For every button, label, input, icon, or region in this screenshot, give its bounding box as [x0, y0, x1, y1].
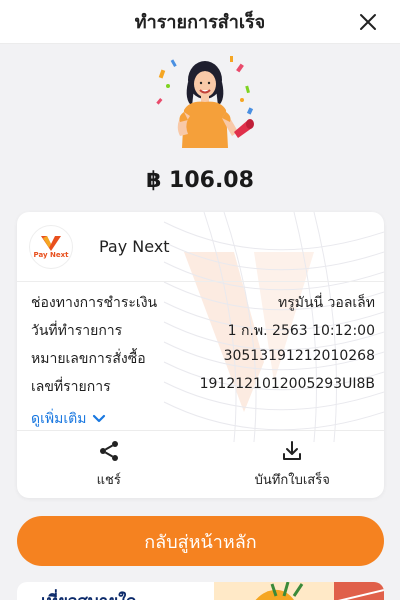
merchant-row: Pay Next Pay Next: [17, 212, 384, 282]
detail-label: ช่องทางการชำระเงิน: [31, 295, 158, 311]
save-receipt-label: บันทึกใบเสร็จ: [254, 473, 330, 488]
detail-value: 30513191212010268: [223, 348, 375, 364]
detail-row-transaction-id: เลขที่รายการ 191212101200529​3UI8B: [31, 376, 375, 398]
detail-row-order-number: หมายเลขการสั่งซื้อ 30513191212010268: [31, 348, 375, 370]
promo-text: เที่ยวสบายใจ: [41, 588, 136, 600]
download-icon: [283, 441, 302, 460]
close-button[interactable]: [354, 8, 382, 36]
merchant-name: Pay Next: [99, 237, 170, 256]
receipt-card: Pay Next Pay Next ช่องทางการชำระเงิน ทรู…: [17, 212, 384, 498]
detail-row-transaction-date: วันที่ทำรายการ 1 ก.พ. 2563 10:12:00: [31, 320, 375, 342]
success-illustration: [150, 52, 260, 162]
see-more-label: ดูเพิ่มเติม: [31, 411, 87, 427]
share-icon: [99, 441, 118, 461]
save-receipt-button[interactable]: บันทึกใบเสร็จ: [201, 431, 385, 498]
paynext-logo-icon: [41, 236, 61, 251]
merchant-logo-text: Pay Next: [33, 251, 69, 259]
see-more-link[interactable]: ดูเพิ่มเติม: [31, 408, 106, 430]
detail-row-payment-channel: ช่องทางการชำระเงิน ทรูมันนี่ วอลเล็ท: [31, 292, 375, 314]
promo-banner-image: [214, 582, 384, 600]
back-to-home-button[interactable]: กลับสู่หน้าหลัก: [17, 516, 384, 566]
detail-label: หมายเลขการสั่งซื้อ: [31, 351, 146, 367]
close-icon: [360, 14, 376, 30]
detail-value: ทรูมันนี่ วอลเล็ท: [277, 295, 375, 311]
promo-banner[interactable]: เที่ยวสบายใจ: [17, 582, 384, 600]
receipt-actions: แชร์ บันทึกใบเสร็จ: [17, 430, 384, 498]
merchant-logo: Pay Next: [29, 224, 73, 269]
detail-value: 1 ก.พ. 2563 10:12:00: [227, 323, 375, 339]
share-button[interactable]: แชร์: [17, 431, 201, 498]
payment-amount: ฿ 106.08: [146, 168, 254, 193]
header-bar: ทำรายการสำเร็จ: [0, 0, 400, 44]
share-label: แชร์: [96, 473, 121, 488]
detail-label: เลขที่รายการ: [31, 379, 111, 395]
chevron-down-icon: [93, 414, 106, 423]
detail-value: 191212101200529​3UI8B: [199, 376, 375, 392]
page-title: ทำรายการสำเร็จ: [134, 12, 266, 33]
detail-label: วันที่ทำรายการ: [31, 323, 123, 339]
